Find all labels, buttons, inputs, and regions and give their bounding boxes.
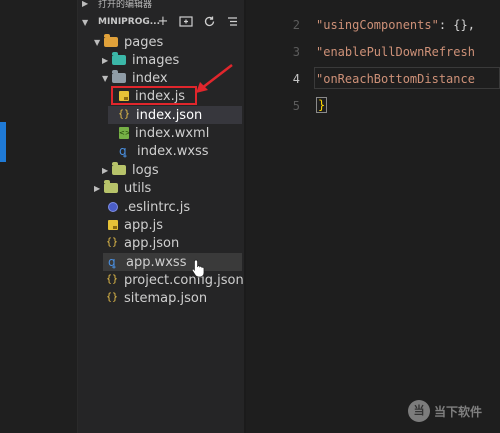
json-file-icon: {} <box>118 109 131 120</box>
new-folder-icon[interactable] <box>179 15 193 29</box>
tree-file-app-json[interactable]: {} app.json <box>106 234 179 252</box>
code-key: "onReachBottomDistance <box>316 72 475 86</box>
line-number: 3 <box>292 45 300 59</box>
line-number: 4 <box>292 72 300 86</box>
js-file-icon <box>108 220 118 230</box>
tree-label: images <box>132 52 180 68</box>
tree-label: app.json <box>124 235 180 251</box>
folder-icon <box>112 162 126 175</box>
tree-label: utils <box>124 180 152 196</box>
code-line[interactable]: "usingComponents": {}, <box>316 18 475 32</box>
chevron-down-icon: ▼ <box>102 73 109 83</box>
open-editors-label: 打开的编辑器 <box>98 0 153 10</box>
editor-area[interactable] <box>246 0 500 433</box>
tree-label: logs <box>132 162 159 178</box>
tree-label: .eslintrc.js <box>124 199 191 215</box>
folder-icon <box>112 70 126 83</box>
tree-label: index.wxml <box>135 125 210 141</box>
folder-icon <box>104 34 118 47</box>
tree-label: index.json <box>136 107 203 123</box>
watermark: 当 当下软件 <box>408 400 482 422</box>
tree-label: index.wxss <box>137 143 209 159</box>
tree-file-app-wxss[interactable]: ꝗ app.wxss <box>103 253 242 271</box>
wxss-file-icon: ꝗ <box>119 144 127 158</box>
open-editors-header[interactable]: ▶ 打开的编辑器 <box>82 0 152 10</box>
tree-folder-pages[interactable]: ▼ pages <box>94 33 163 51</box>
code-key: "enablePullDownRefresh <box>316 45 475 59</box>
closing-brace: } <box>316 97 328 113</box>
tree-file-index-wxml[interactable]: index.wxml <box>119 124 209 142</box>
tree-label: index <box>132 70 168 86</box>
folder-icon <box>112 52 126 65</box>
eslint-file-icon <box>108 202 118 212</box>
tree-file-eslintrc[interactable]: .eslintrc.js <box>108 198 190 216</box>
tree-file-index-json[interactable]: {} index.json <box>108 106 242 124</box>
tree-label: pages <box>124 34 164 50</box>
wxml-file-icon <box>119 127 131 139</box>
json-file-icon: {} <box>106 274 119 285</box>
json-file-icon: {} <box>106 237 119 248</box>
code-key: "usingComponents" <box>316 18 439 32</box>
tree-folder-logs[interactable]: ▶ logs <box>102 161 159 179</box>
code-rest: : {}, <box>438 18 475 32</box>
tree-folder-images[interactable]: ▶ images <box>102 51 179 69</box>
tree-file-app-js[interactable]: app.js <box>108 216 163 234</box>
tree-label: project.config.json <box>124 272 244 288</box>
tree-file-sitemap[interactable]: {} sitemap.json <box>106 289 207 307</box>
folder-icon <box>104 180 118 193</box>
new-file-icon[interactable]: + <box>156 15 170 29</box>
watermark-logo-icon: 当 <box>408 400 430 422</box>
refresh-icon[interactable] <box>202 15 216 29</box>
chevron-down-icon: ▼ <box>94 37 101 47</box>
tree-label: app.wxss <box>126 254 187 270</box>
chevron-right-icon: ▶ <box>102 55 109 65</box>
code-line[interactable]: "onReachBottomDistance <box>316 72 475 86</box>
hand-cursor-icon <box>191 259 205 278</box>
tree-file-project-config[interactable]: {} project.config.json <box>106 271 244 289</box>
tree-label: app.js <box>124 217 163 233</box>
chevron-down-icon: ▼ <box>82 17 89 27</box>
tree-folder-utils[interactable]: ▶ utils <box>94 179 151 197</box>
watermark-text: 当下软件 <box>434 404 483 419</box>
chevron-right-icon: ▶ <box>82 0 89 8</box>
tree-file-index-wxss[interactable]: ꝗ index.wxss <box>119 142 209 160</box>
highlight-box <box>111 86 197 105</box>
explorer-actions: + <box>156 13 239 31</box>
json-file-icon: {} <box>106 292 119 303</box>
line-number: 2 <box>292 18 300 32</box>
activity-strip <box>0 0 78 433</box>
project-label: MINIPROG... <box>98 17 161 27</box>
annotation-arrow-icon <box>196 64 233 93</box>
wxss-file-icon: ꝗ <box>108 255 116 269</box>
active-indicator <box>0 122 6 162</box>
chevron-right-icon: ▶ <box>94 183 101 193</box>
tree-folder-index[interactable]: ▼ index <box>102 69 168 87</box>
tree-label: sitemap.json <box>124 290 208 306</box>
chevron-right-icon: ▶ <box>102 165 109 175</box>
collapse-all-icon[interactable] <box>225 15 239 29</box>
line-number: 5 <box>292 99 300 113</box>
project-header[interactable]: ▼ MINIPROG... <box>82 14 160 30</box>
code-line[interactable]: "enablePullDownRefresh <box>316 45 475 59</box>
